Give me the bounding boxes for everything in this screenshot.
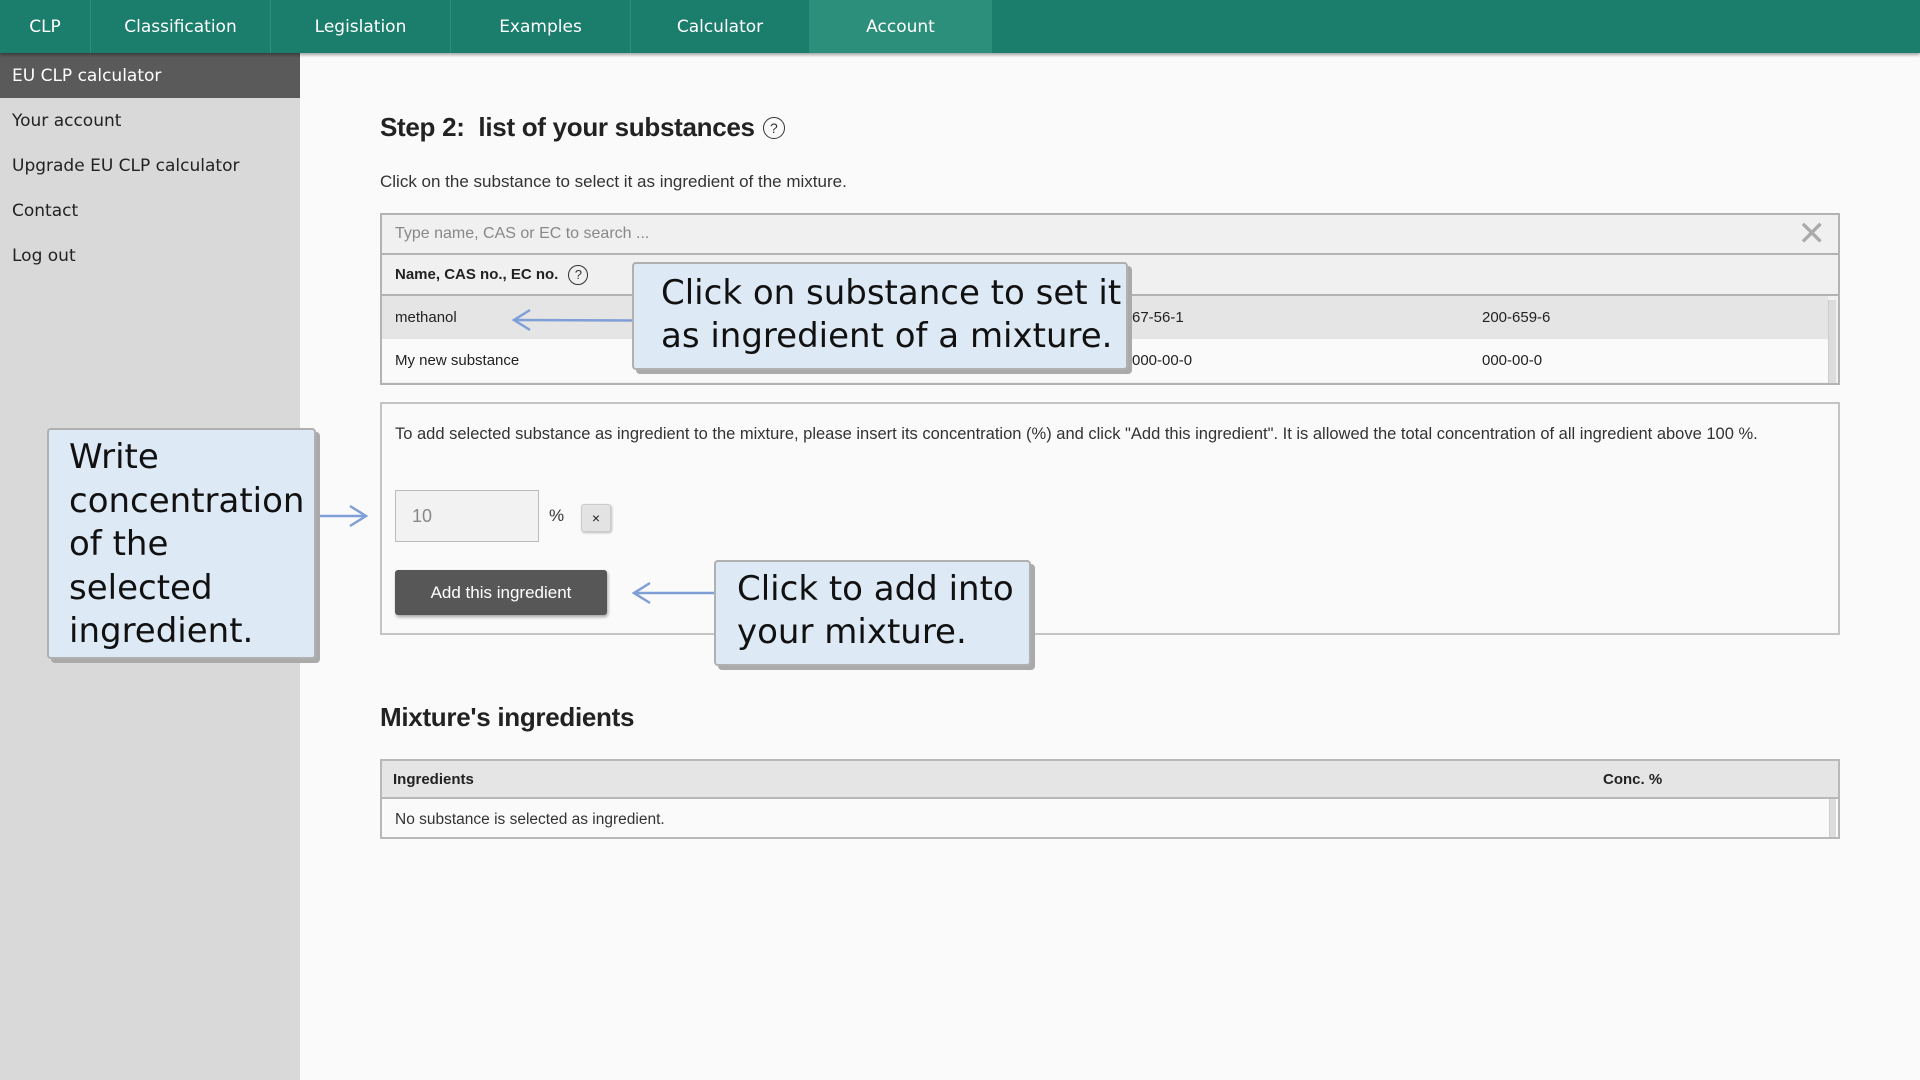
search-row: ✕: [382, 215, 1838, 255]
page-title-text: Step 2: list of your substances: [380, 112, 755, 142]
arrow-right-icon: [318, 504, 369, 528]
column-header-ingredients: Ingredients: [393, 771, 474, 788]
callout-add-ingredient: Click to add into your mixture.: [714, 560, 1031, 666]
nav-calculator[interactable]: Calculator: [631, 0, 810, 53]
table-scrollbar[interactable]: [1828, 300, 1836, 383]
arrow-left-icon: [631, 581, 716, 605]
instruction-text: Click on the substance to select it as i…: [380, 172, 847, 191]
add-ingredient-button[interactable]: Add this ingredient: [395, 570, 607, 615]
percent-label: %: [549, 506, 565, 525]
mixture-empty-text: No substance is selected as ingredient.: [395, 811, 665, 828]
substance-ec: 200-659-6: [1482, 309, 1551, 326]
column-header-conc: Conc. %: [1603, 771, 1663, 788]
substance-name: methanol: [395, 309, 457, 326]
sidebar-item-your-account[interactable]: Your account: [0, 98, 300, 143]
sidebar-item-eu-clp-calculator[interactable]: EU CLP calculator: [0, 53, 300, 98]
mixture-table: Ingredients Conc. % No substance is sele…: [380, 759, 1840, 839]
nav-clp[interactable]: CLP: [0, 0, 91, 53]
top-nav: CLP Classification Legislation Examples …: [0, 0, 1920, 53]
concentration-panel: To add selected substance as ingredient …: [380, 402, 1840, 635]
callout-write-concentration: Write concentration of the selected ingr…: [47, 428, 316, 659]
mixture-title: Mixture's ingredients: [380, 702, 635, 732]
search-input[interactable]: [395, 225, 1775, 243]
arrow-left-icon: [511, 308, 636, 332]
clear-concentration-button[interactable]: ×: [581, 504, 611, 532]
clear-search-icon[interactable]: ✕: [1798, 217, 1827, 251]
nav-account[interactable]: Account: [810, 0, 992, 53]
help-icon[interactable]: ?: [762, 116, 785, 139]
nav-classification[interactable]: Classification: [91, 0, 271, 53]
substance-cas: 67-56-1: [1132, 309, 1184, 326]
sidebar-item-contact[interactable]: Contact: [0, 188, 300, 233]
callout-select-substance: Click on substance to set it as ingredie…: [632, 262, 1128, 370]
substance-name: My new substance: [395, 352, 520, 369]
concentration-instructions: To add selected substance as ingredient …: [395, 425, 1758, 443]
sidebar-item-log-out[interactable]: Log out: [0, 233, 300, 278]
substance-ec: 000-00-0: [1482, 352, 1543, 369]
mixture-scrollbar[interactable]: [1829, 799, 1836, 837]
nav-examples[interactable]: Examples: [451, 0, 631, 53]
nav-legislation[interactable]: Legislation: [271, 0, 451, 53]
sidebar-item-upgrade[interactable]: Upgrade EU CLP calculator: [0, 143, 300, 188]
concentration-input[interactable]: [395, 490, 539, 542]
page-title: Step 2: list of your substances ?: [380, 112, 785, 143]
substance-cas: 000-00-0: [1132, 352, 1193, 369]
column-header-name: Name, CAS no., EC no.: [395, 266, 559, 283]
mixture-table-header: Ingredients Conc. %: [382, 761, 1838, 799]
help-icon[interactable]: ?: [568, 264, 589, 285]
